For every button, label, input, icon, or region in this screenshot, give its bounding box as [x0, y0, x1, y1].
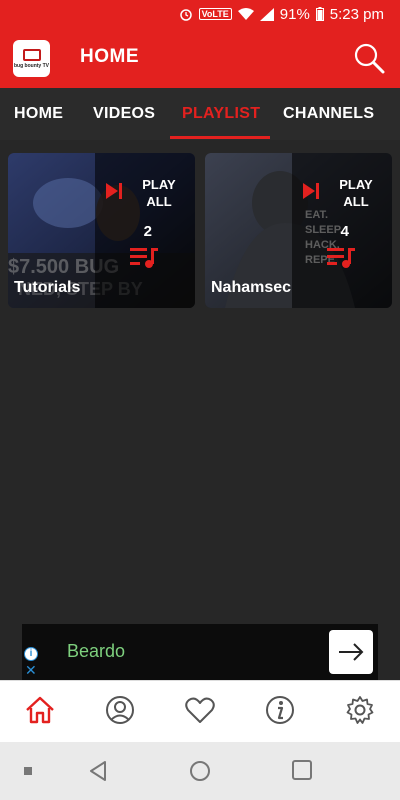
signal-icon [259, 7, 274, 21]
video-count: 2 [143, 223, 152, 240]
profile-icon[interactable] [104, 694, 136, 726]
playlist-queue-icon [130, 248, 158, 268]
volte-badge: VoLTE [198, 8, 232, 20]
ad-info-icon[interactable]: i [24, 647, 38, 661]
tab-videos[interactable]: VIDEOS [93, 105, 155, 123]
heart-icon[interactable] [184, 694, 216, 726]
app-logo: bug bounty TV [13, 40, 50, 77]
info-icon[interactable] [264, 694, 296, 726]
tab-channels[interactable]: CHANNELS [283, 105, 374, 123]
playlist-title: Nahamsec [211, 279, 292, 296]
ad-close-icon[interactable]: ✕ [25, 663, 37, 677]
back-icon[interactable] [88, 760, 108, 782]
play-all-label[interactable]: PLAY ALL [139, 176, 179, 210]
ad-banner[interactable]: i ✕ Beardo [22, 624, 378, 680]
play-all-label[interactable]: PLAY ALL [336, 176, 376, 210]
playlist-queue-icon [327, 248, 355, 268]
recent-apps-icon[interactable] [24, 767, 32, 775]
page-title: HOME [80, 46, 139, 67]
video-count: 4 [340, 223, 349, 240]
tab-home[interactable]: HOME [14, 105, 63, 123]
home-icon[interactable] [24, 694, 56, 726]
playlist-card-nahamsec[interactable]: EAT. SLEEP. HACK. REPE PLAY ALL 4 Nahams… [205, 153, 392, 308]
tab-bar: HOME VIDEOS PLAYLIST CHANNELS [0, 88, 400, 140]
play-all-icon[interactable] [104, 181, 124, 201]
gear-icon[interactable] [344, 694, 376, 726]
playlist-card-tutorials[interactable]: $7.500 BUG NED, STEP BY PLAY ALL 2 Tutor… [8, 153, 195, 308]
logo-text: bug bounty TV [14, 62, 49, 69]
home-system-icon[interactable] [189, 760, 211, 782]
clock: 5:23 pm [329, 5, 384, 23]
tab-playlist[interactable]: PLAYLIST [182, 105, 260, 123]
battery-percent: 91% [279, 5, 310, 23]
playlist-title: Tutorials [14, 279, 81, 296]
bottom-nav [0, 680, 400, 742]
ad-arrow-button[interactable] [329, 630, 373, 674]
status-bar: VoLTE 91% 5:23 pm [0, 0, 400, 28]
alarm-icon [179, 7, 193, 21]
battery-icon [315, 7, 324, 21]
ad-text[interactable]: Beardo [67, 641, 125, 662]
active-tab-indicator [170, 136, 270, 139]
search-icon[interactable] [352, 41, 386, 75]
app-bar: bug bounty TV HOME [0, 28, 400, 88]
overview-icon[interactable] [292, 760, 312, 780]
playlist-grid: $7.500 BUG NED, STEP BY PLAY ALL 2 Tutor… [0, 140, 400, 680]
system-nav-bar [0, 742, 400, 800]
wifi-icon [237, 7, 254, 21]
play-all-icon[interactable] [301, 181, 321, 201]
